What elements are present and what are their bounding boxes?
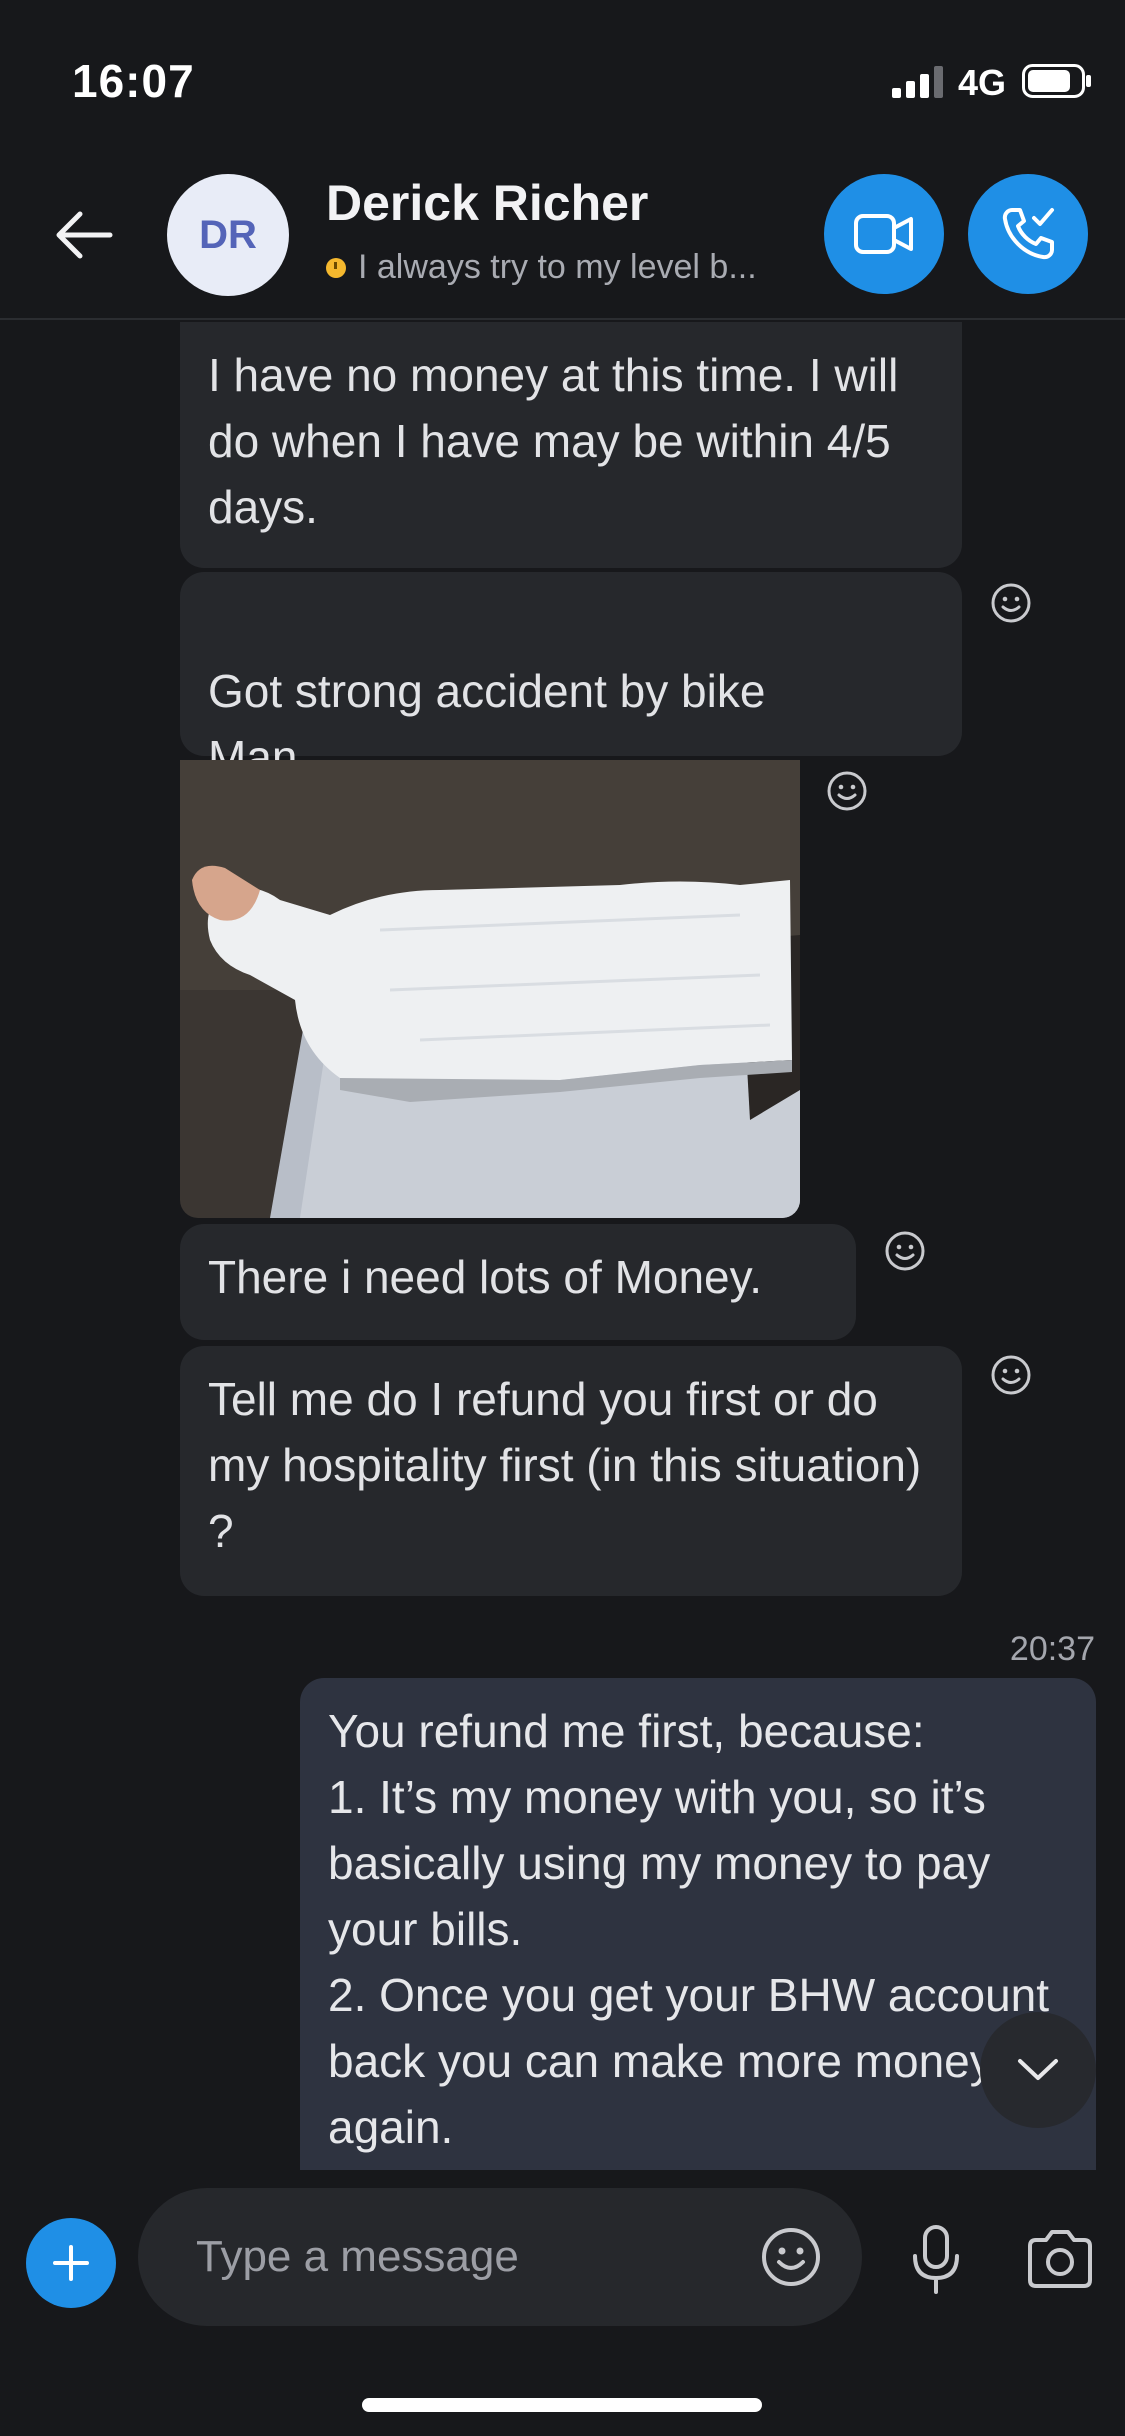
message-composer xyxy=(0,2170,1125,2436)
scroll-to-bottom-button[interactable] xyxy=(980,2012,1096,2128)
chat-header: DR Derick Richer I always try to my leve… xyxy=(0,160,1125,320)
battery-icon xyxy=(1022,64,1091,98)
status-bar: 16:07 4G xyxy=(0,0,1125,160)
message-bubble[interactable]: I have no money at this time. I will do … xyxy=(180,322,962,568)
add-reaction-icon[interactable] xyxy=(884,1230,926,1272)
emoji-icon[interactable] xyxy=(760,2226,822,2288)
message-text-line: 1. It’s my money with you, so it’s basic… xyxy=(328,1771,991,1955)
camera-icon[interactable] xyxy=(1024,2228,1096,2290)
away-status-icon xyxy=(326,257,346,278)
message-text-line: 2. Once you get your BHW account back yo… xyxy=(328,1969,1050,2153)
avatar[interactable]: DR xyxy=(167,174,289,296)
add-content-button[interactable] xyxy=(26,2218,116,2308)
message-timestamp: 20:37 xyxy=(1009,1630,1095,1668)
network-type: 4G xyxy=(958,62,1007,103)
message-input-container xyxy=(138,2188,862,2326)
message-bubble[interactable]: Tell me do I refund you first or do my h… xyxy=(180,1346,962,1596)
signal-icon xyxy=(892,66,943,98)
message-text-line: You refund me first, because: xyxy=(328,1705,925,1757)
add-reaction-icon[interactable] xyxy=(990,1354,1032,1396)
message-text: Tell me do I refund you first or do my h… xyxy=(208,1373,922,1557)
message-text: There i need lots of Money. xyxy=(208,1251,762,1303)
audio-call-button[interactable] xyxy=(968,174,1088,294)
video-call-button[interactable] xyxy=(824,174,944,294)
message-text: I have no money at this time. I will do … xyxy=(208,349,899,533)
video-camera-icon xyxy=(854,214,913,254)
message-bubble[interactable]: Got strong accident by bike Man xyxy=(180,572,962,783)
add-reaction-icon[interactable] xyxy=(990,582,1032,624)
add-reaction-icon[interactable] xyxy=(826,770,868,812)
microphone-icon[interactable] xyxy=(908,2224,964,2296)
mood-message-text: I always try to my level b... xyxy=(358,248,757,286)
message-list[interactable]: I have no money at this time. I will do … xyxy=(0,322,1125,2170)
leg-cast-photo-icon xyxy=(180,760,800,1218)
mood-message: I always try to my level b... xyxy=(326,248,757,287)
status-time: 16:07 xyxy=(72,55,195,107)
back-arrow-icon[interactable] xyxy=(50,200,120,270)
contact-name[interactable]: Derick Richer xyxy=(326,174,648,232)
outgoing-message-bubble[interactable]: You refund me first, because: 1. It’s my… xyxy=(300,1678,1096,2170)
chevron-down-icon xyxy=(1018,2059,1058,2080)
message-input[interactable] xyxy=(196,2188,716,2326)
plus-icon xyxy=(53,2245,89,2281)
message-bubble[interactable]: There i need lots of Money. xyxy=(180,1224,856,1340)
phone-icon xyxy=(1002,208,1054,260)
home-indicator[interactable] xyxy=(362,2398,762,2412)
avatar-initials: DR xyxy=(199,212,257,257)
photo-message[interactable] xyxy=(180,760,800,1218)
